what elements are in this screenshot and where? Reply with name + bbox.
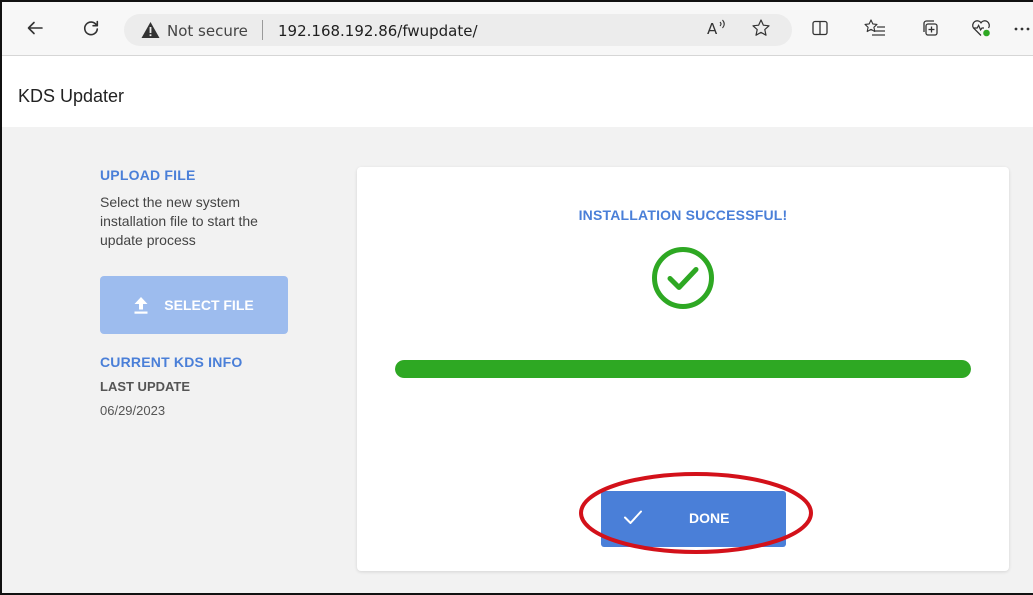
browser-essentials-icon[interactable] <box>968 15 994 41</box>
last-update-label: LAST UPDATE <box>100 379 191 394</box>
installation-card: INSTALLATION SUCCESSFUL! DONE <box>357 167 1009 571</box>
upload-icon <box>134 296 148 314</box>
app-header: KDS Updater <box>2 57 1033 127</box>
warning-icon[interactable] <box>141 21 160 44</box>
upload-file-heading: UPLOAD FILE <box>100 167 196 183</box>
address-divider <box>262 20 263 40</box>
collections-icon[interactable] <box>917 15 943 41</box>
security-status[interactable]: Not secure <box>167 22 248 40</box>
check-icon <box>623 508 643 526</box>
select-file-label: SELECT FILE <box>164 297 254 313</box>
browser-toolbar: Not secure 192.168.192.86/fwupdate/ A <box>2 2 1033 56</box>
favorites-list-icon[interactable] <box>862 15 888 41</box>
back-icon[interactable] <box>22 15 48 41</box>
done-button[interactable]: DONE <box>601 491 786 547</box>
split-screen-icon[interactable] <box>807 15 833 41</box>
progress-fill <box>395 360 971 378</box>
upload-description: Select the new system installation file … <box>100 194 258 248</box>
app-title: KDS Updater <box>18 86 125 106</box>
success-check-icon <box>650 245 716 316</box>
refresh-icon[interactable] <box>78 15 104 41</box>
installation-status-title: INSTALLATION SUCCESSFUL! <box>578 207 788 223</box>
url-text[interactable]: 192.168.192.86/fwupdate/ <box>278 22 478 40</box>
kds-info-heading: CURRENT KDS INFO <box>100 354 243 370</box>
more-menu-icon[interactable] <box>1012 15 1032 41</box>
browser-window: Not secure 192.168.192.86/fwupdate/ A KD… <box>0 0 1033 595</box>
svg-text:A: A <box>707 20 718 38</box>
page-body: UPLOAD FILE Select the new system instal… <box>2 127 1033 593</box>
last-update-value: 06/29/2023 <box>100 403 166 418</box>
read-aloud-icon[interactable]: A <box>704 15 730 41</box>
done-label: DONE <box>689 510 730 526</box>
favorite-star-icon[interactable] <box>748 15 774 41</box>
installation-progress-bar <box>395 360 971 378</box>
select-file-button[interactable]: SELECT FILE <box>100 276 288 334</box>
address-bar[interactable]: Not secure 192.168.192.86/fwupdate/ <box>124 14 792 46</box>
